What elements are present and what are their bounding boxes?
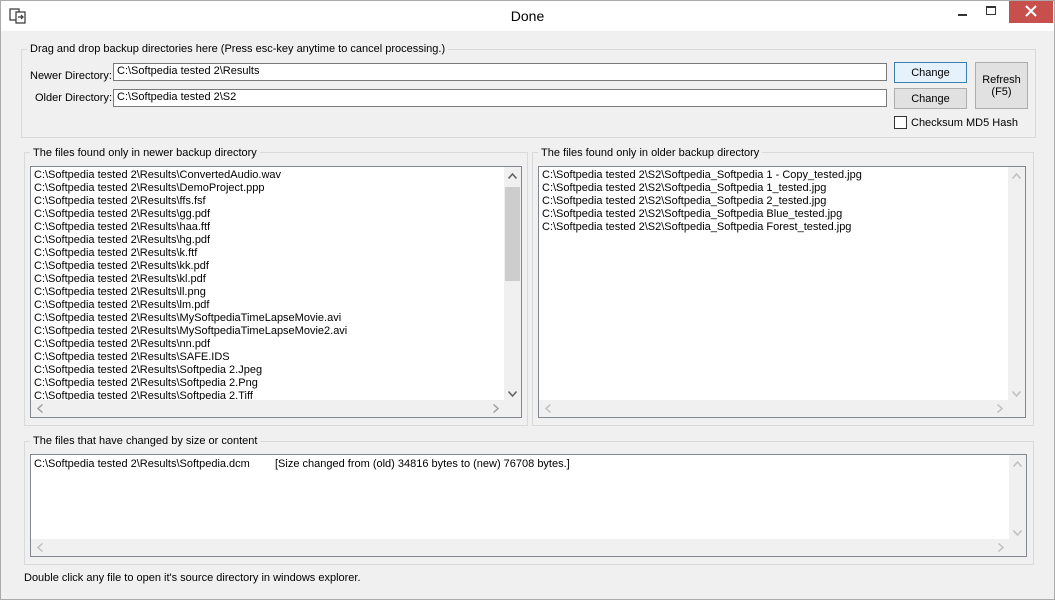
scroll-up-arrow-icon[interactable] — [1008, 167, 1025, 184]
list-item[interactable]: C:\Softpedia tested 2\Results\lm.pdf — [34, 299, 347, 312]
list-item[interactable]: C:\Softpedia tested 2\Results\haa.ftf — [34, 221, 347, 234]
list-item[interactable]: C:\Softpedia tested 2\Results\gg.pdf — [34, 208, 347, 221]
scroll-right-arrow-icon[interactable] — [991, 400, 1008, 417]
maximize-icon — [986, 6, 996, 19]
app-window: Done Drag and drop backup directories he… — [0, 0, 1055, 600]
list-item[interactable]: C:\Softpedia tested 2\Results\MySoftpedi… — [34, 325, 347, 338]
changed-files-hscroll[interactable] — [31, 539, 1009, 556]
checksum-md5-label[interactable]: Checksum MD5 Hash — [911, 117, 1018, 129]
maximize-button[interactable] — [977, 1, 1005, 23]
older-files-list[interactable]: C:\Softpedia tested 2\S2\Softpedia_Softp… — [538, 166, 1026, 418]
change-newer-button[interactable]: Change — [894, 62, 967, 83]
changed-file-path: C:\Softpedia tested 2\Results\Softpedia.… — [34, 458, 250, 470]
scroll-corner — [504, 400, 521, 417]
scroll-corner — [1008, 400, 1025, 417]
older-directory-label: Older Directory: — [35, 92, 112, 104]
scroll-up-arrow-icon[interactable] — [504, 167, 521, 184]
list-item[interactable]: C:\Softpedia tested 2\Results\ll.png — [34, 286, 347, 299]
older-files-items: C:\Softpedia tested 2\S2\Softpedia_Softp… — [542, 169, 862, 234]
changed-files-list[interactable]: C:\Softpedia tested 2\Results\Softpedia.… — [30, 454, 1027, 557]
scroll-left-arrow-icon[interactable] — [31, 539, 48, 556]
changed-file-row[interactable]: C:\Softpedia tested 2\Results\Softpedia.… — [34, 458, 250, 470]
older-files-label: The files found only in older backup dir… — [538, 147, 762, 159]
refresh-button[interactable]: Refresh (F5) — [975, 62, 1028, 109]
list-item[interactable]: C:\Softpedia tested 2\Results\ConvertedA… — [34, 169, 347, 182]
newer-files-items: C:\Softpedia tested 2\Results\ConvertedA… — [34, 169, 347, 403]
title-bar[interactable]: Done — [1, 1, 1054, 31]
newer-files-list[interactable]: C:\Softpedia tested 2\Results\ConvertedA… — [30, 166, 522, 418]
refresh-label: Refresh (F5) — [982, 74, 1021, 98]
scroll-corner — [1009, 539, 1026, 556]
list-item[interactable]: C:\Softpedia tested 2\S2\Softpedia_Softp… — [542, 182, 862, 195]
list-item[interactable]: C:\Softpedia tested 2\S2\Softpedia_Softp… — [542, 169, 862, 182]
checksum-md5-checkbox[interactable] — [894, 116, 907, 129]
changed-files-vscroll[interactable] — [1009, 455, 1026, 541]
window-title: Done — [1, 8, 1054, 24]
list-item[interactable]: C:\Softpedia tested 2\Results\kl.pdf — [34, 273, 347, 286]
scroll-left-arrow-icon[interactable] — [539, 400, 556, 417]
scroll-up-arrow-icon[interactable] — [1009, 455, 1026, 472]
list-item[interactable]: C:\Softpedia tested 2\S2\Softpedia_Softp… — [542, 221, 862, 234]
backup-group-label: Drag and drop backup directories here (P… — [27, 43, 448, 55]
newer-files-vscroll-thumb[interactable] — [505, 187, 520, 281]
list-item[interactable]: C:\Softpedia tested 2\Results\Softpedia … — [34, 377, 347, 390]
newer-directory-field[interactable]: C:\Softpedia tested 2\Results — [113, 63, 887, 81]
list-item[interactable]: C:\Softpedia tested 2\S2\Softpedia_Softp… — [542, 208, 862, 221]
changed-file-detail: [Size changed from (old) 34816 bytes to … — [275, 458, 570, 470]
older-files-vscroll[interactable] — [1008, 167, 1025, 402]
list-item[interactable]: C:\Softpedia tested 2\Results\hg.pdf — [34, 234, 347, 247]
status-text: Double click any file to open it's sourc… — [24, 572, 361, 584]
list-item[interactable]: C:\Softpedia tested 2\Results\nn.pdf — [34, 338, 347, 351]
newer-files-hscroll[interactable] — [31, 400, 504, 417]
change-older-button[interactable]: Change — [894, 88, 967, 109]
list-item[interactable]: C:\Softpedia tested 2\Results\MySoftpedi… — [34, 312, 347, 325]
scroll-left-arrow-icon[interactable] — [31, 400, 48, 417]
newer-directory-label: Newer Directory: — [30, 70, 112, 82]
changed-files-label: The files that have changed by size or c… — [30, 435, 260, 447]
list-item[interactable]: C:\Softpedia tested 2\Results\k.ftf — [34, 247, 347, 260]
list-item[interactable]: C:\Softpedia tested 2\Results\Softpedia … — [34, 364, 347, 377]
older-files-hscroll[interactable] — [539, 400, 1008, 417]
minimize-icon — [958, 6, 968, 19]
minimize-button[interactable] — [949, 1, 977, 23]
list-item[interactable]: C:\Softpedia tested 2\Results\SAFE.IDS — [34, 351, 347, 364]
list-item[interactable]: C:\Softpedia tested 2\S2\Softpedia_Softp… — [542, 195, 862, 208]
list-item[interactable]: C:\Softpedia tested 2\Results\ffs.fsf — [34, 195, 347, 208]
close-icon — [1025, 5, 1037, 20]
newer-files-label: The files found only in newer backup dir… — [30, 147, 260, 159]
newer-files-vscroll[interactable] — [504, 167, 521, 402]
older-directory-field[interactable]: C:\Softpedia tested 2\S2 — [113, 89, 887, 107]
scroll-right-arrow-icon[interactable] — [487, 400, 504, 417]
list-item[interactable]: C:\Softpedia tested 2\Results\DemoProjec… — [34, 182, 347, 195]
close-button[interactable] — [1009, 1, 1053, 23]
scroll-right-arrow-icon[interactable] — [992, 539, 1009, 556]
list-item[interactable]: C:\Softpedia tested 2\Results\kk.pdf — [34, 260, 347, 273]
